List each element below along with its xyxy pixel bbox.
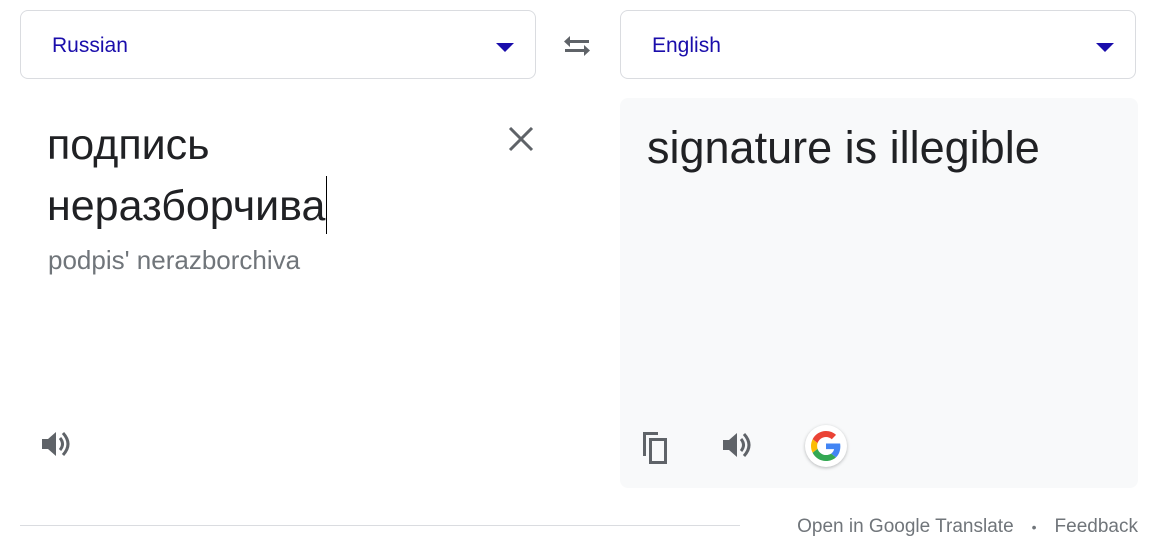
close-icon: [508, 126, 534, 152]
google-search-button[interactable]: [805, 425, 847, 467]
source-listen-button[interactable]: [38, 424, 78, 464]
chevron-down-icon: [1096, 43, 1114, 52]
open-in-google-translate-link[interactable]: Open in Google Translate: [797, 515, 1014, 539]
source-text-value: подпись неразборчива: [47, 121, 326, 230]
speaker-icon: [42, 431, 70, 457]
chevron-down-icon: [496, 43, 514, 52]
footer-separator: •: [1031, 519, 1037, 535]
source-panel: подпись неразборчива podpis' nerazborchi…: [20, 98, 538, 488]
source-language-label: Russian: [52, 34, 128, 57]
source-text-input[interactable]: подпись неразборчива: [47, 115, 477, 237]
target-panel: signature is illegible: [620, 98, 1138, 488]
transliteration-text: podpis' nerazborchiva: [48, 245, 301, 275]
footer-links: Open in Google Translate • Feedback: [797, 515, 1138, 539]
target-language-select[interactable]: English: [620, 10, 1136, 79]
feedback-link[interactable]: Feedback: [1055, 515, 1138, 539]
google-g-icon: [811, 431, 841, 461]
footer-divider: [20, 525, 740, 526]
source-language-select[interactable]: Russian: [20, 10, 536, 79]
speaker-icon: [723, 432, 751, 458]
clear-text-button[interactable]: [504, 122, 538, 156]
target-listen-button[interactable]: [719, 425, 759, 465]
target-language-label: English: [652, 34, 721, 57]
text-caret: [326, 176, 328, 234]
copy-icon: [643, 432, 667, 464]
copy-translation-button[interactable]: [636, 427, 676, 467]
swap-languages-button[interactable]: [556, 28, 598, 64]
swap-arrows-icon: [564, 36, 590, 56]
translation-output: signature is illegible: [647, 122, 1040, 173]
